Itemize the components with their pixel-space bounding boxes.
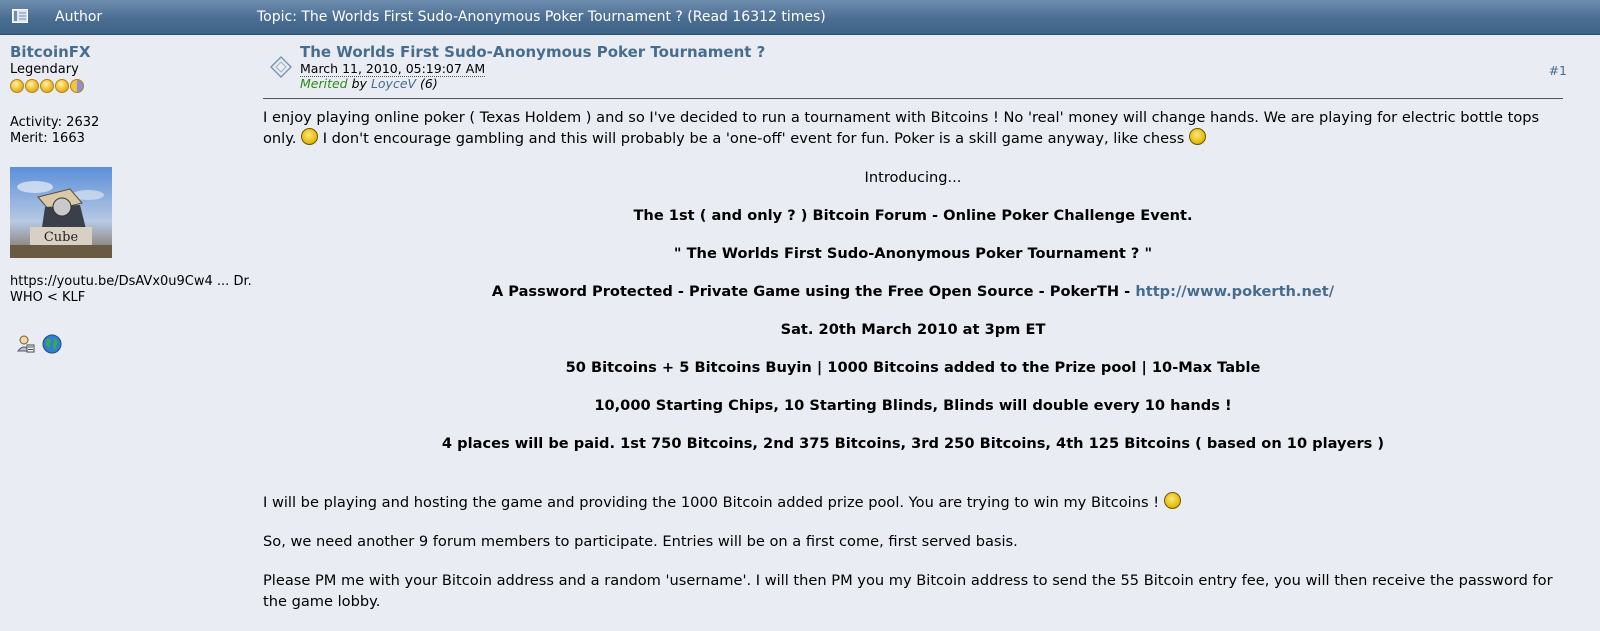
- post-merit-line: Merited by LoyceV (6): [300, 76, 438, 91]
- topic-header-bar: Author Topic: The Worlds First Sudo-Anon…: [0, 0, 1600, 35]
- xx-post-icon: [270, 56, 292, 78]
- topic-icon: [12, 9, 28, 23]
- topic-title-label: Topic: The Worlds First Sudo-Anonymous P…: [257, 9, 826, 25]
- star-icon: [10, 79, 24, 93]
- poster-info: BitcoinFX Legendary Activity: 2632 Merit…: [10, 43, 260, 354]
- author-column-label: Author: [55, 9, 103, 25]
- svg-text:Cube: Cube: [44, 230, 79, 245]
- star-icon: [25, 79, 39, 93]
- profile-icon[interactable]: [16, 334, 36, 354]
- rank-stars: [10, 79, 260, 95]
- event-line-7: 4 places will be paid. 1st 750 Bitcoins,…: [441, 435, 1385, 452]
- website-globe-icon[interactable]: [42, 334, 62, 354]
- profile-icons: [16, 334, 62, 354]
- participants-paragraph: So, we need another 9 forum members to p…: [263, 533, 1018, 550]
- half-star-icon: [70, 79, 84, 93]
- event-line-2: " The Worlds First Sudo-Anonymous Poker …: [673, 245, 1153, 262]
- post-divider: [263, 98, 1563, 99]
- event-line-3: A Password Protected - Private Game usin…: [263, 281, 1563, 302]
- pm-paragraph: Please PM me with your Bitcoin address a…: [263, 572, 1553, 610]
- event-line-1: The 1st ( and only ? ) Bitcoin Forum - O…: [633, 207, 1193, 224]
- post-number-link[interactable]: #1: [1549, 63, 1567, 78]
- intro-text-b: I don't encourage gambling and this will…: [322, 130, 1185, 147]
- post-title-link[interactable]: The Worlds First Sudo-Anonymous Poker To…: [300, 43, 765, 61]
- wink-smiley-icon: [1163, 492, 1181, 509]
- post-body: I enjoy playing online poker ( Texas Hol…: [263, 107, 1563, 612]
- hosting-paragraph: I will be playing and hosting the game a…: [263, 492, 1563, 513]
- merited-label: Merited: [300, 76, 348, 91]
- poster-personal-text: https://youtu.be/DsAVx0u9Cw4 ... Dr. WHO…: [10, 274, 252, 305]
- intro-paragraph: I enjoy playing online poker ( Texas Hol…: [263, 107, 1563, 149]
- poster-activity: Activity: 2632: [10, 115, 100, 130]
- event-line-4: Sat. 20th March 2010 at 3pm ET: [780, 321, 1046, 338]
- event-line-6: 10,000 Starting Chips, 10 Starting Blind…: [594, 397, 1232, 414]
- grin-smiley-icon: [1189, 128, 1206, 145]
- poster-name-link[interactable]: BitcoinFX: [10, 43, 260, 61]
- event-line-5: 50 Bitcoins + 5 Bitcoins Buyin | 1000 Bi…: [565, 359, 1261, 376]
- pokerth-link[interactable]: http://www.pokerth.net/: [1135, 283, 1334, 300]
- star-icon: [40, 79, 54, 93]
- star-icon: [55, 79, 69, 93]
- poster-rank: Legendary: [10, 62, 79, 77]
- by-label: by: [351, 76, 367, 91]
- merit-count: (6): [420, 76, 438, 91]
- event-line-3-text: A Password Protected - Private Game usin…: [491, 283, 1131, 300]
- grin-smiley-icon: [301, 128, 319, 145]
- introducing-text: Introducing...: [864, 169, 962, 186]
- hosting-text: I will be playing and hosting the game a…: [263, 494, 1160, 511]
- poster-avatar: Cube: [10, 167, 112, 258]
- poster-merit: Merit: 1663: [10, 131, 85, 146]
- merited-by-link[interactable]: LoyceV: [371, 76, 416, 91]
- post-date: March 11, 2010, 05:19:07 AM: [300, 61, 486, 77]
